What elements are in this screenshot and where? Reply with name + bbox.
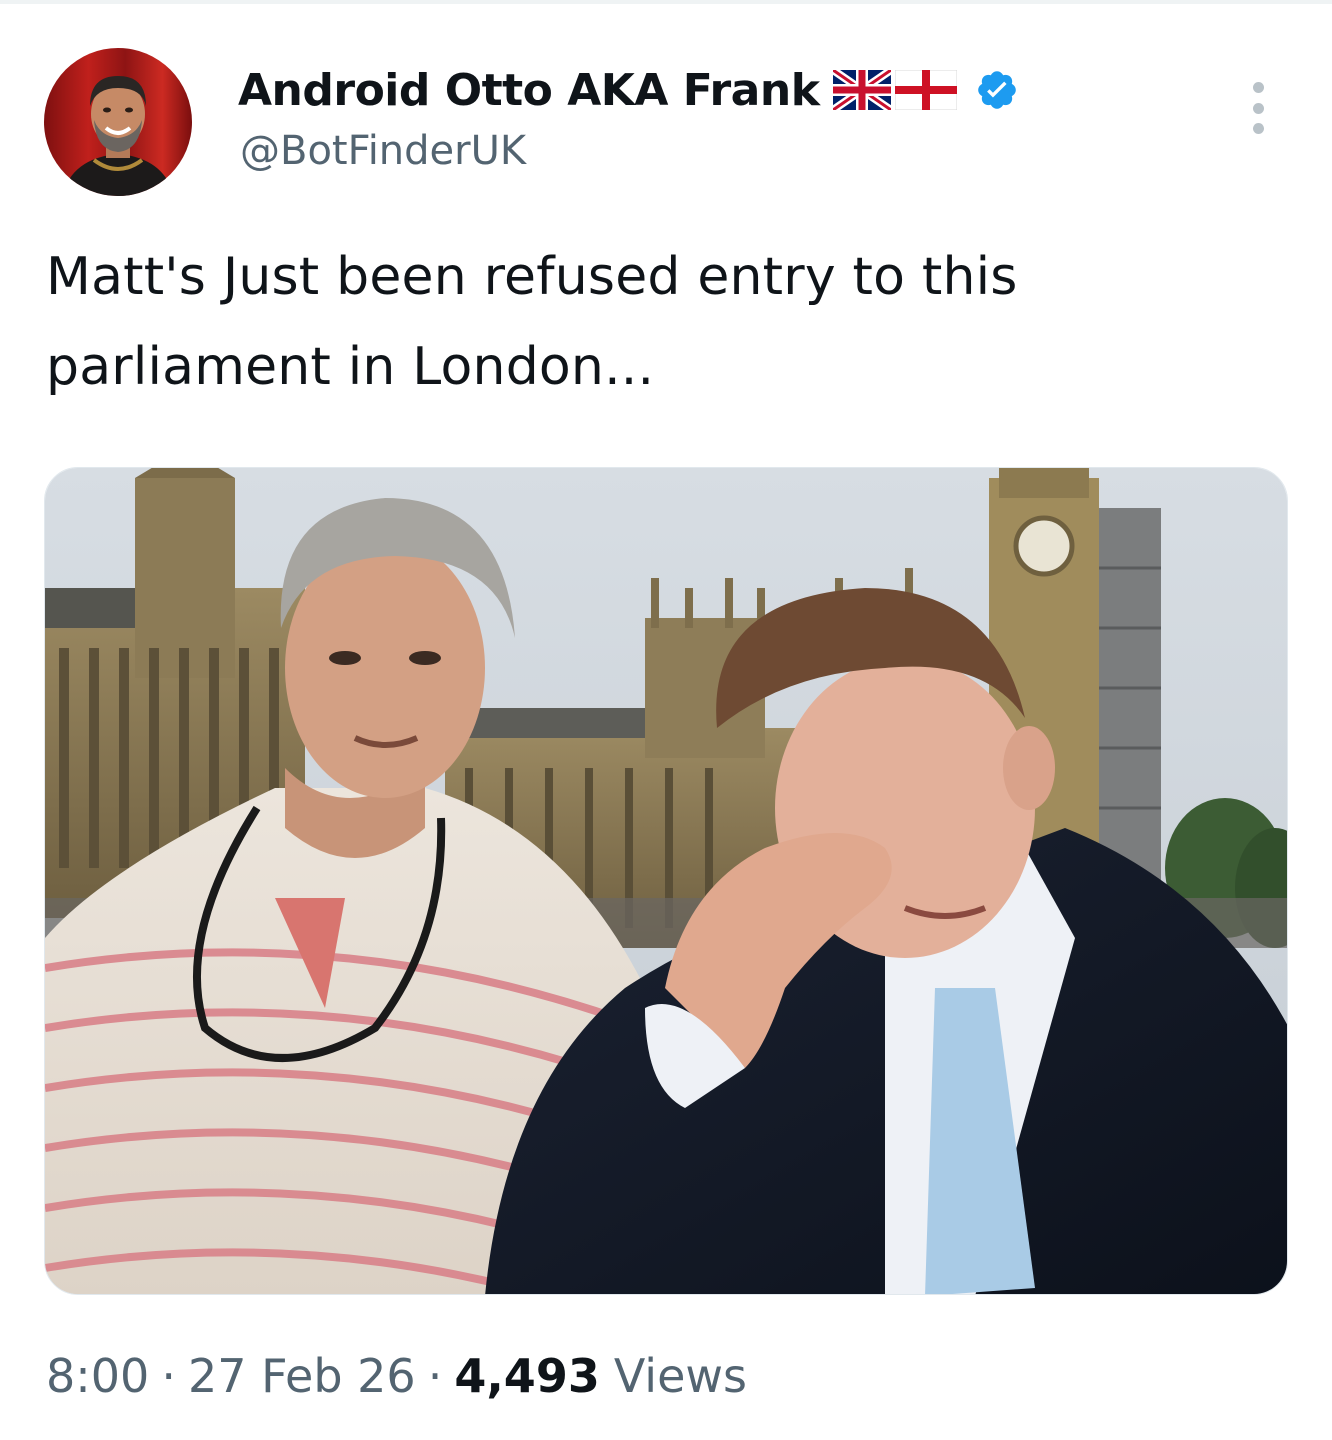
photo-image: [45, 468, 1287, 1294]
more-options-button[interactable]: [1238, 78, 1278, 138]
author-handle[interactable]: @BotFinderUK: [240, 128, 526, 174]
england-flag-icon: [895, 70, 958, 110]
more-dot-icon: [1252, 82, 1264, 93]
author-display-name[interactable]: Android Otto AKA Frank: [238, 65, 820, 116]
tweet-text: Matt's Just been refused entry to this p…: [46, 247, 1018, 397]
more-dot-icon: [1252, 102, 1264, 114]
union-jack-flag-icon: [833, 70, 892, 110]
more-dot-icon: [1252, 123, 1264, 134]
meta-separator: ·: [427, 1349, 443, 1403]
tweet-photo[interactable]: [44, 467, 1288, 1295]
views-label[interactable]: Views: [614, 1349, 747, 1403]
verified-badge-icon[interactable]: [975, 68, 1019, 112]
meta-separator: ·: [161, 1349, 176, 1403]
flag-emojis: [833, 70, 958, 110]
top-divider: [0, 0, 1332, 4]
tweet-date[interactable]: 27 Feb 26: [188, 1349, 416, 1403]
avatar[interactable]: [44, 48, 192, 196]
tweet-time[interactable]: 8:00: [46, 1349, 149, 1403]
avatar-image: [44, 48, 192, 196]
views-count[interactable]: 4,493: [454, 1349, 600, 1403]
author-name-row[interactable]: Android Otto AKA Frank: [238, 62, 1019, 118]
tweet-meta: 8:00 · 27 Feb 26 · 4,493 Views: [46, 1346, 747, 1406]
